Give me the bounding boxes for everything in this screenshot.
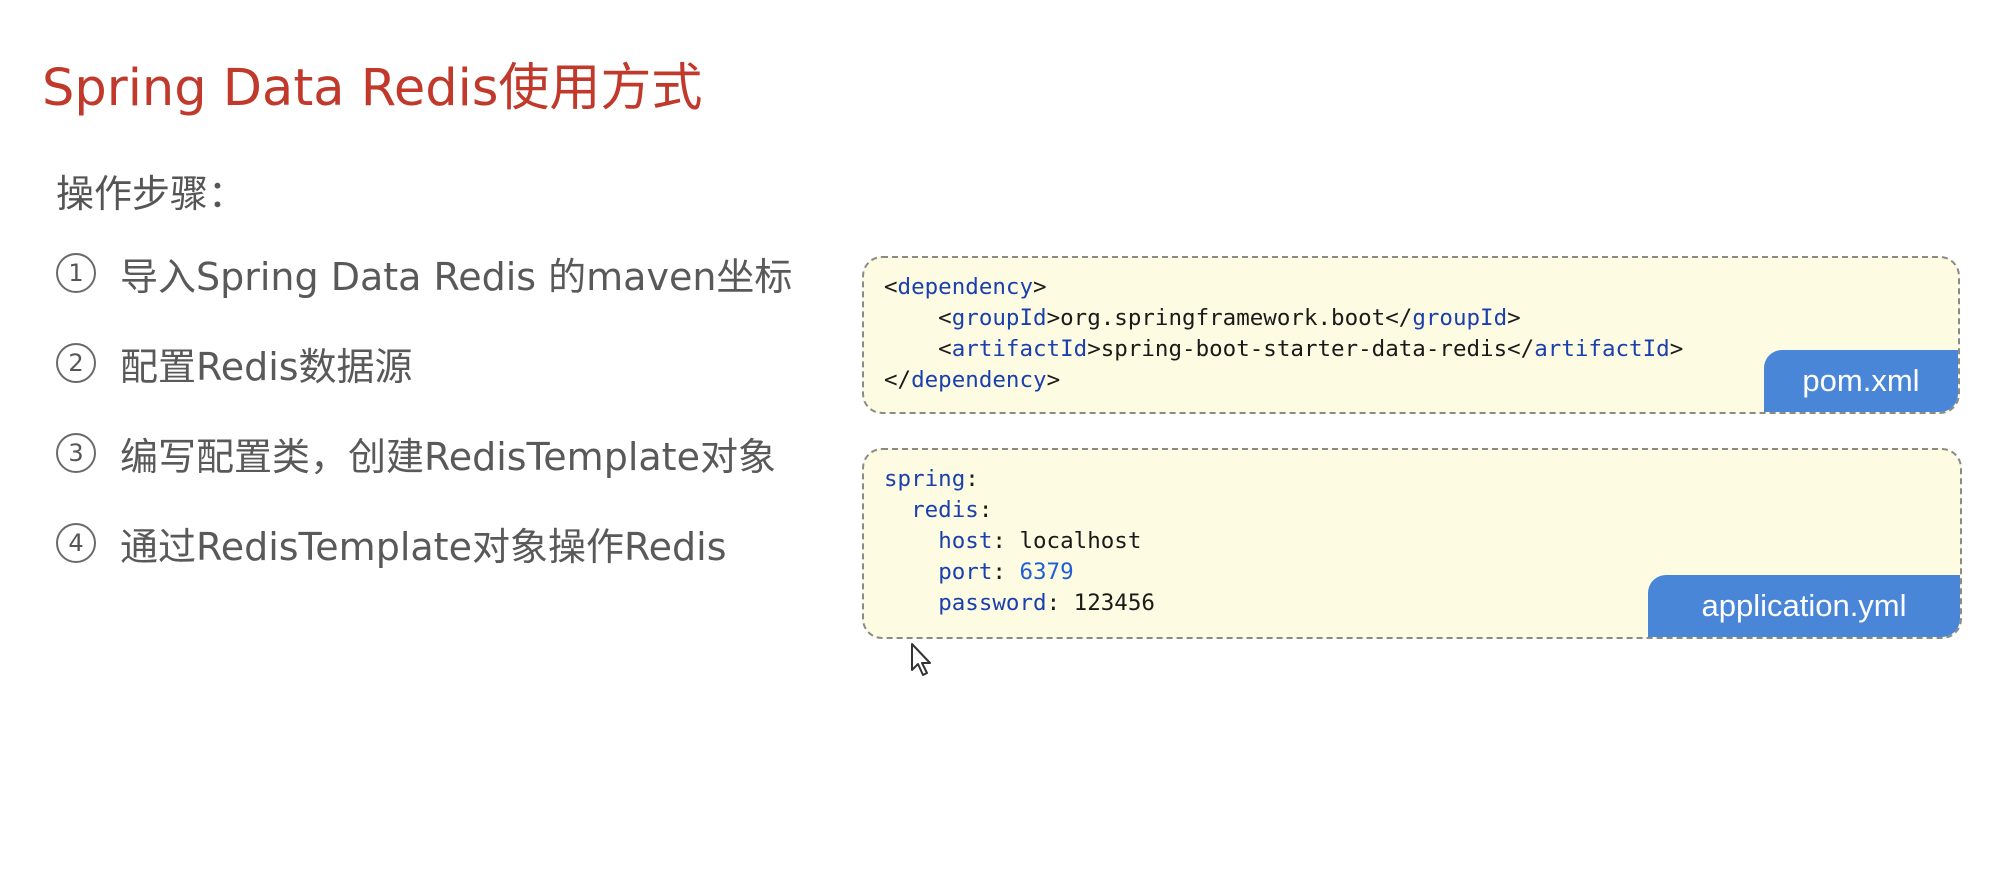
- yml-code: spring: redis: host: localhost port: 637…: [884, 466, 1155, 616]
- code-tag: artifactId: [1534, 336, 1670, 362]
- code-value: localhost: [1019, 528, 1142, 554]
- step-text: 配置Redis数据源: [120, 344, 413, 389]
- slide-title: Spring Data Redis使用方式: [42, 59, 703, 118]
- code-key: password: [938, 590, 1047, 616]
- code-tag: artifactId: [951, 336, 1088, 362]
- step-text: 通过RedisTemplate对象操作Redis: [120, 524, 727, 569]
- step-number-badge: 2: [56, 343, 96, 383]
- code-key: redis: [911, 497, 979, 523]
- code-value: org.springframework.boot: [1060, 305, 1386, 331]
- section-label: 操作步骤：: [56, 172, 247, 216]
- pom-code: <dependency> <groupId>org.springframewor…: [884, 274, 1684, 393]
- step-item-2: 2 配置Redis数据源: [56, 338, 413, 389]
- filename-tag-yml: application.yml: [1648, 575, 1960, 637]
- code-key: port: [938, 559, 993, 585]
- code-value: 6379: [1019, 559, 1074, 585]
- mouse-pointer-icon: [911, 643, 931, 676]
- code-value: spring-boot-starter-data-redis: [1100, 336, 1508, 362]
- step-number-badge: 3: [56, 433, 96, 473]
- code-value: 123456: [1073, 590, 1155, 616]
- code-tag: groupId: [1412, 305, 1508, 331]
- filename-tag-pom: pom.xml: [1764, 350, 1958, 412]
- step-number-badge: 1: [56, 253, 96, 293]
- step-number-badge: 4: [56, 523, 96, 563]
- code-tag: dependency: [897, 274, 1034, 300]
- step-text: 编写配置类，创建RedisTemplate对象: [120, 434, 776, 479]
- yml-code-block: spring: redis: host: localhost port: 637…: [862, 448, 1962, 639]
- code-key: spring: [884, 466, 966, 492]
- step-item-3: 3 编写配置类，创建RedisTemplate对象: [56, 428, 776, 479]
- code-key: host: [938, 528, 993, 554]
- step-text: 导入Spring Data Redis 的maven坐标: [120, 254, 793, 299]
- step-item-4: 4 通过RedisTemplate对象操作Redis: [56, 518, 727, 569]
- pom-code-block: <dependency> <groupId>org.springframewor…: [862, 256, 1960, 414]
- code-tag: dependency: [911, 367, 1047, 393]
- code-tag: groupId: [951, 305, 1047, 331]
- step-item-1: 1 导入Spring Data Redis 的maven坐标: [56, 248, 793, 299]
